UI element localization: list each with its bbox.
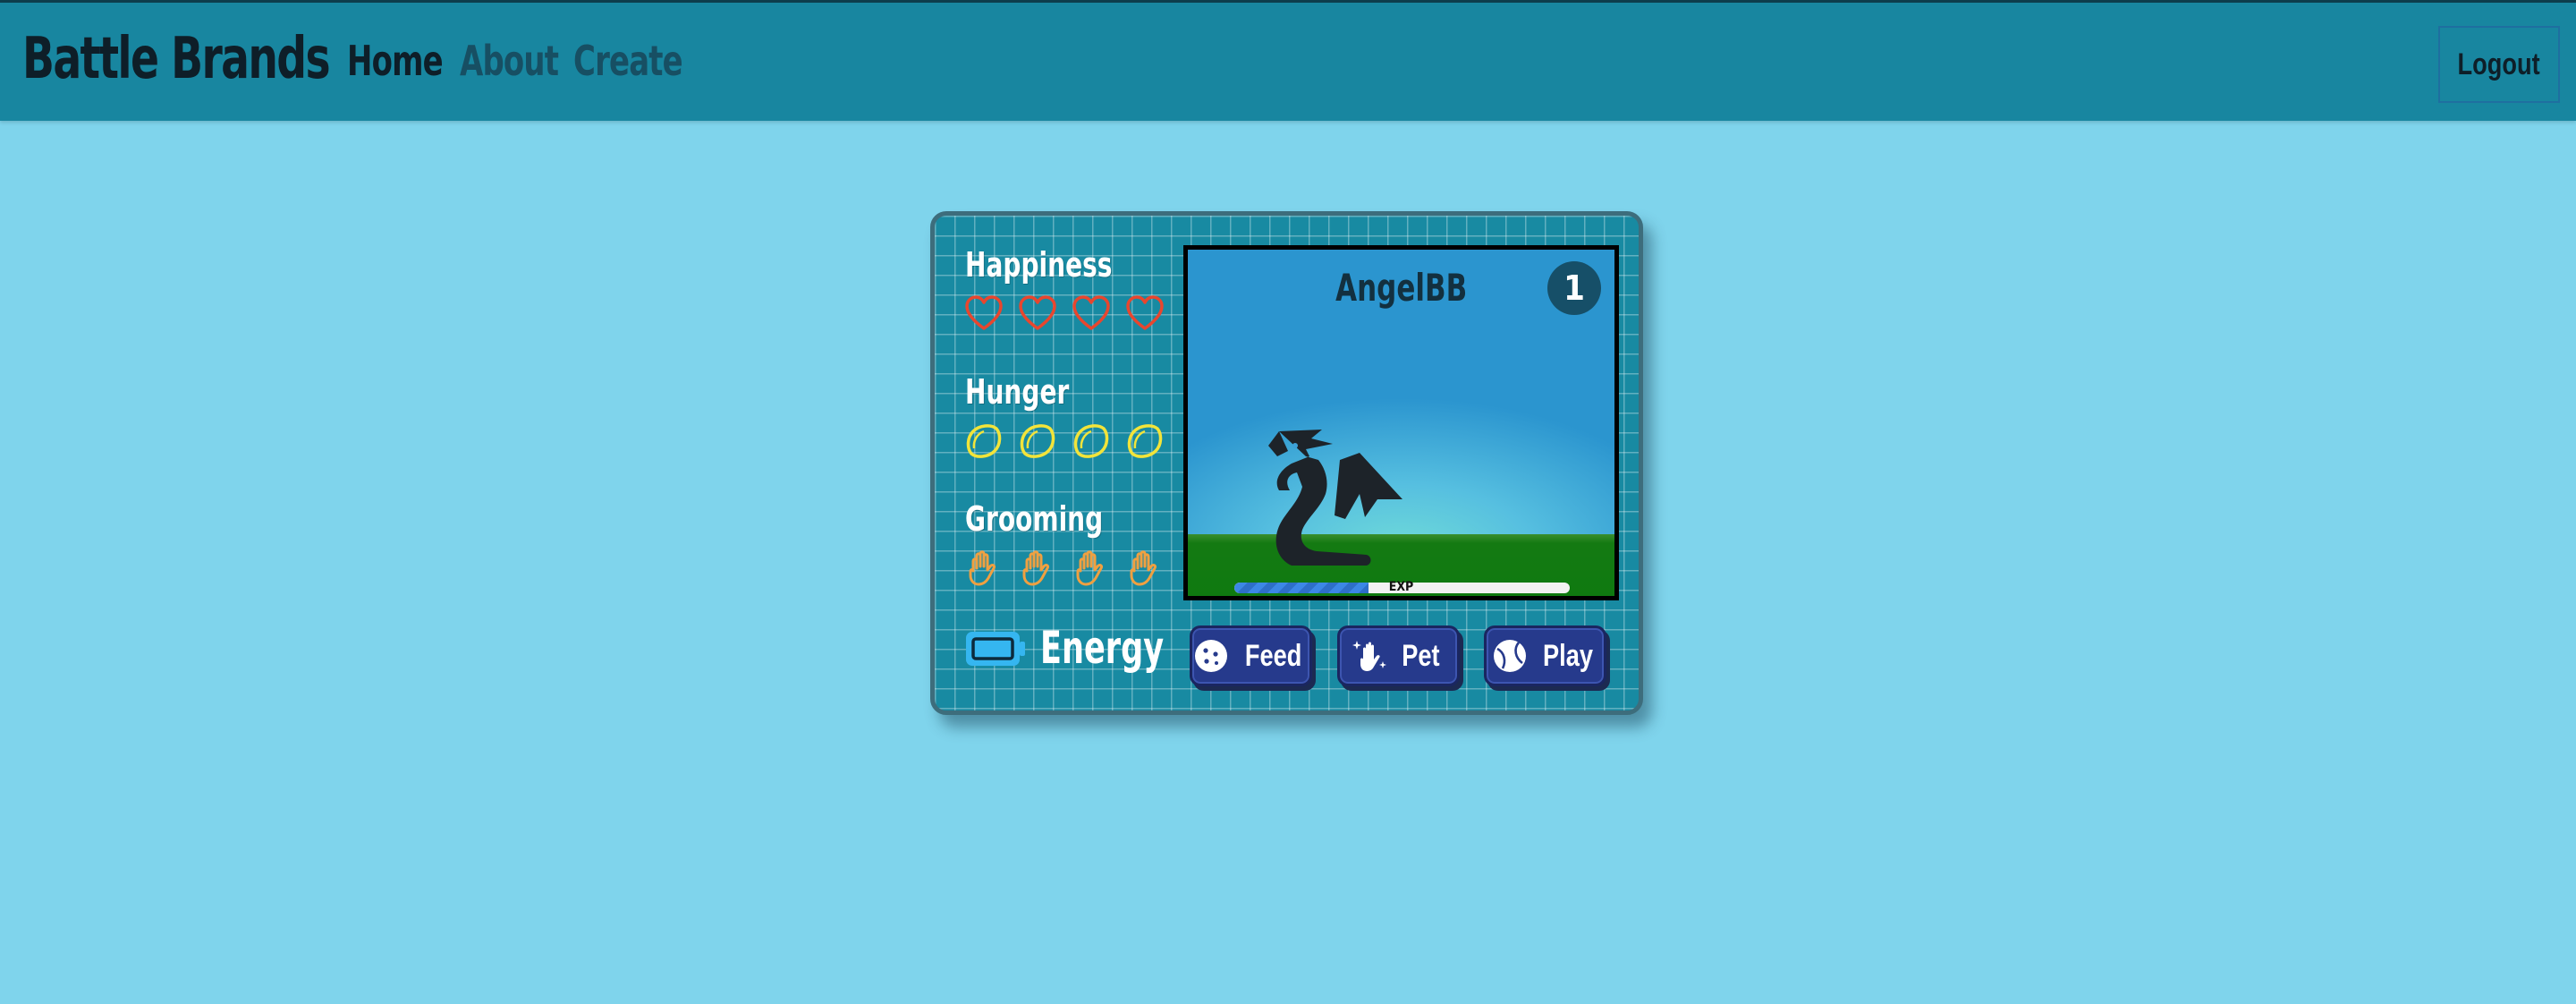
level-badge: 1 bbox=[1547, 261, 1601, 315]
logout-label: Logout bbox=[2457, 47, 2541, 81]
hand-sparkle-icon bbox=[1352, 641, 1387, 671]
hand-icon bbox=[1076, 550, 1103, 586]
heart-icon bbox=[1072, 295, 1110, 330]
exp-progress-fill bbox=[1234, 583, 1368, 593]
happiness-label: Happiness bbox=[965, 245, 1113, 285]
pet-name-text: AngelBB bbox=[1335, 266, 1468, 310]
pet-card: Happiness Hunger Grooming Energy AngelBB… bbox=[930, 211, 1643, 715]
play-label: Play bbox=[1542, 638, 1593, 673]
feed-label: Feed bbox=[1244, 638, 1302, 673]
pet-button[interactable]: Pet bbox=[1337, 625, 1460, 686]
heart-icon bbox=[1126, 295, 1164, 330]
energy-label: Energy bbox=[1040, 622, 1165, 674]
pet-label: Pet bbox=[1402, 638, 1440, 673]
play-button[interactable]: Play bbox=[1484, 625, 1606, 686]
hand-icon bbox=[1022, 550, 1049, 586]
hunger-meter bbox=[964, 421, 1165, 461]
hunger-label: Hunger bbox=[965, 372, 1070, 412]
happiness-meter bbox=[964, 294, 1165, 334]
pet-display: AngelBB 1 EXP bbox=[1183, 245, 1619, 600]
nav-link-home[interactable]: Home bbox=[347, 37, 444, 85]
navbar: Battle Brands Home About Create Logout bbox=[0, 0, 2576, 121]
nav-link-about[interactable]: About bbox=[460, 37, 559, 85]
heart-icon bbox=[965, 295, 1003, 330]
exp-progress-bar bbox=[1234, 583, 1570, 593]
lemon-icon bbox=[1127, 424, 1163, 458]
feed-button[interactable]: Feed bbox=[1190, 625, 1312, 686]
battery-icon bbox=[966, 632, 1025, 666]
brand-logo[interactable]: Battle Brands bbox=[22, 26, 331, 92]
grooming-meter bbox=[964, 549, 1165, 588]
ball-icon bbox=[1493, 640, 1526, 672]
hand-icon bbox=[969, 550, 996, 586]
cookie-icon bbox=[1194, 640, 1227, 672]
heart-icon bbox=[1019, 295, 1056, 330]
lemon-icon bbox=[1020, 424, 1055, 458]
dragon-icon bbox=[1268, 430, 1402, 566]
lemon-icon bbox=[966, 424, 1002, 458]
logout-button[interactable]: Logout bbox=[2438, 26, 2560, 103]
lemon-icon bbox=[1073, 424, 1109, 458]
hand-icon bbox=[1130, 550, 1157, 586]
nav-link-create[interactable]: Create bbox=[573, 37, 683, 85]
grooming-label: Grooming bbox=[965, 499, 1104, 539]
